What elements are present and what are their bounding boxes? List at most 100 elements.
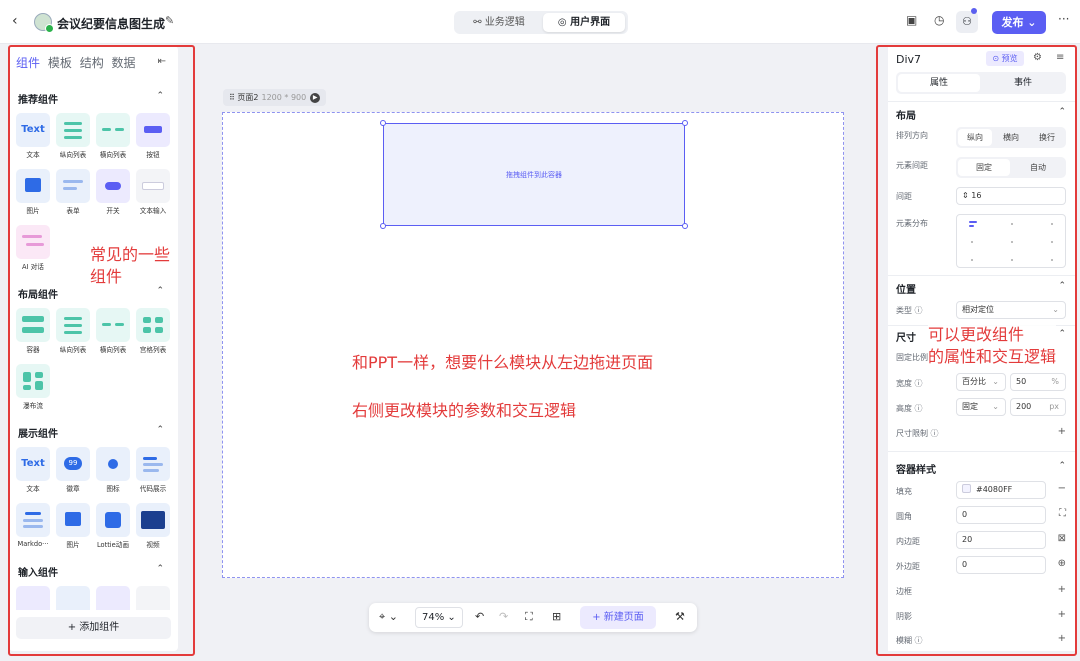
grid-dot[interactable] [1011,223,1013,225]
chevron-up-icon[interactable]: ⌃ [156,91,164,101]
component-vertical-list[interactable]: 纵向列表 [56,113,90,160]
grid-dot[interactable] [971,241,973,243]
collapse-panel-icon[interactable]: ⇤ [158,56,166,67]
add-border-icon[interactable]: + [1058,584,1066,595]
margin-expand-icon[interactable]: ⊕ [1058,558,1066,569]
component-form[interactable]: 表单 [56,169,90,216]
component-waterfall[interactable]: 瀑布流 [16,364,50,411]
option-vertical[interactable]: 纵向 [958,129,992,146]
tab-events[interactable]: 事件 [982,74,1064,92]
option-wrap[interactable]: 换行 [1030,129,1064,146]
component-switch[interactable]: 开关 [96,169,130,216]
color-swatch[interactable] [962,484,971,493]
component-lottie[interactable]: Lottie动画 [96,503,130,550]
add-component-button[interactable]: + 添加组件 [16,617,171,639]
component-icon[interactable]: 图标 [96,447,130,494]
chevron-up-icon[interactable]: ⌃ [156,425,164,435]
component-input-form[interactable] [56,586,90,610]
add-size-limit-icon[interactable]: + [1058,426,1066,437]
chevron-up-icon[interactable]: ⌃ [1058,461,1066,471]
component-text[interactable]: Text 文本 [16,447,50,494]
resize-handle[interactable] [682,120,688,126]
zoom-select[interactable]: 74% ⌄ [415,607,463,628]
component-text-input[interactable]: 文本输入 [136,169,170,216]
tab-business-logic[interactable]: ⚯ 业务逻辑 [457,13,541,32]
component-grid-list[interactable]: 宫格列表 [136,308,170,355]
chevron-up-icon[interactable]: ⌃ [156,564,164,574]
component-text[interactable]: Text 文本 [16,113,50,160]
tab-structure[interactable]: 结构 [80,54,104,71]
edit-icon[interactable]: ✎ [165,14,174,27]
add-blur-icon[interactable]: + [1058,633,1066,644]
radius-input[interactable]: 0 [956,506,1046,524]
tab-templates[interactable]: 模板 [48,54,72,71]
grid-dot[interactable] [1011,259,1013,261]
history-icon[interactable]: ◷ [934,13,944,27]
tab-components[interactable]: 组件 [16,54,40,71]
component-code-display[interactable]: 代码展示 [136,447,170,494]
tab-data[interactable]: 数据 [112,54,136,71]
width-input[interactable]: 50% [1010,373,1066,391]
component-input-text[interactable] [136,586,170,610]
selected-container[interactable]: 拖拽组件到此容器 [380,120,688,229]
tab-user-interface[interactable]: ◎ 用户界面 [543,13,625,32]
page-tag[interactable]: ⠿ 页面2 1200 * 900 ▶ [223,89,327,106]
position-type-select[interactable]: 相对定位 ⌄ [956,301,1066,319]
component-image[interactable]: 图片 [16,169,50,216]
component-vertical-list[interactable]: 纵向列表 [56,308,90,355]
component-ai-chat[interactable]: AI 对话 [16,225,50,272]
settings-icon[interactable]: ⚙ [1033,52,1042,63]
component-button[interactable]: 按钮 [136,113,170,160]
resize-handle[interactable] [380,223,386,229]
publish-button[interactable]: 发布 ⌄ [992,11,1046,34]
chevron-up-icon[interactable]: ⌃ [1058,281,1066,291]
chevron-up-icon[interactable]: ⌃ [1058,329,1066,339]
grid-dot[interactable] [971,259,973,261]
add-shadow-icon[interactable]: + [1058,609,1066,620]
height-mode-select[interactable]: 固定 ⌄ [956,398,1006,416]
margin-input[interactable]: 0 [956,556,1046,574]
save-icon[interactable]: ▣ [906,13,917,27]
component-container[interactable]: 容器 [16,308,50,355]
distribution-grid[interactable] [956,214,1066,268]
layout-grid-icon[interactable]: ⊞ [552,610,561,623]
component-image[interactable]: 图片 [56,503,90,550]
grid-dot[interactable] [1051,259,1053,261]
play-icon[interactable]: ▶ [310,92,321,103]
more-icon[interactable]: ··· [1058,12,1069,26]
minus-icon[interactable]: − [1058,483,1066,494]
redo-icon[interactable]: ↷ [499,610,508,623]
width-mode-select[interactable]: 百分比 ⌄ [956,373,1006,391]
padding-expand-icon[interactable]: ⊠ [1058,533,1066,544]
component-horizontal-list[interactable]: 横向列表 [96,113,130,160]
gap-input[interactable]: ⇕ 16 [956,187,1066,205]
component-video[interactable]: 视频 [136,503,170,550]
component-markdown[interactable]: Markdo··· [16,503,50,548]
fill-input[interactable]: #4080FF [956,481,1046,499]
chevron-up-icon[interactable]: ⌃ [1058,107,1066,117]
resize-handle[interactable] [380,120,386,126]
page-canvas[interactable]: 拖拽组件到此容器 [222,112,844,578]
option-horizontal[interactable]: 横向 [994,129,1028,146]
component-horizontal-list[interactable]: 横向列表 [96,308,130,355]
wrench-icon[interactable]: ⚒ [675,610,685,623]
component-input-switch[interactable] [96,586,130,610]
fit-screen-icon[interactable]: ⛶ [525,610,533,624]
pointer-icon[interactable]: ⌖ ⌄ [379,610,398,624]
tab-properties[interactable]: 属性 [898,74,980,92]
height-input[interactable]: 200 px [1010,398,1066,416]
component-input-button[interactable] [16,586,50,610]
preview-button[interactable]: ⊙ 预览 [986,51,1024,66]
resize-handle[interactable] [682,223,688,229]
undo-icon[interactable]: ↶ [475,610,484,623]
back-icon[interactable]: ‹ [12,13,18,29]
menu-icon[interactable]: ≡ [1056,52,1064,63]
new-page-button[interactable]: + 新建页面 [580,606,656,629]
grid-dot[interactable] [1051,223,1053,225]
component-badge[interactable]: 99 徽章 [56,447,90,494]
option-auto[interactable]: 自动 [1012,159,1064,176]
grid-dot[interactable] [1011,241,1013,243]
collaborators-button[interactable]: ⚇ [956,8,978,33]
corner-expand-icon[interactable]: ⛶ [1059,508,1066,519]
padding-input[interactable]: 20 [956,531,1046,549]
